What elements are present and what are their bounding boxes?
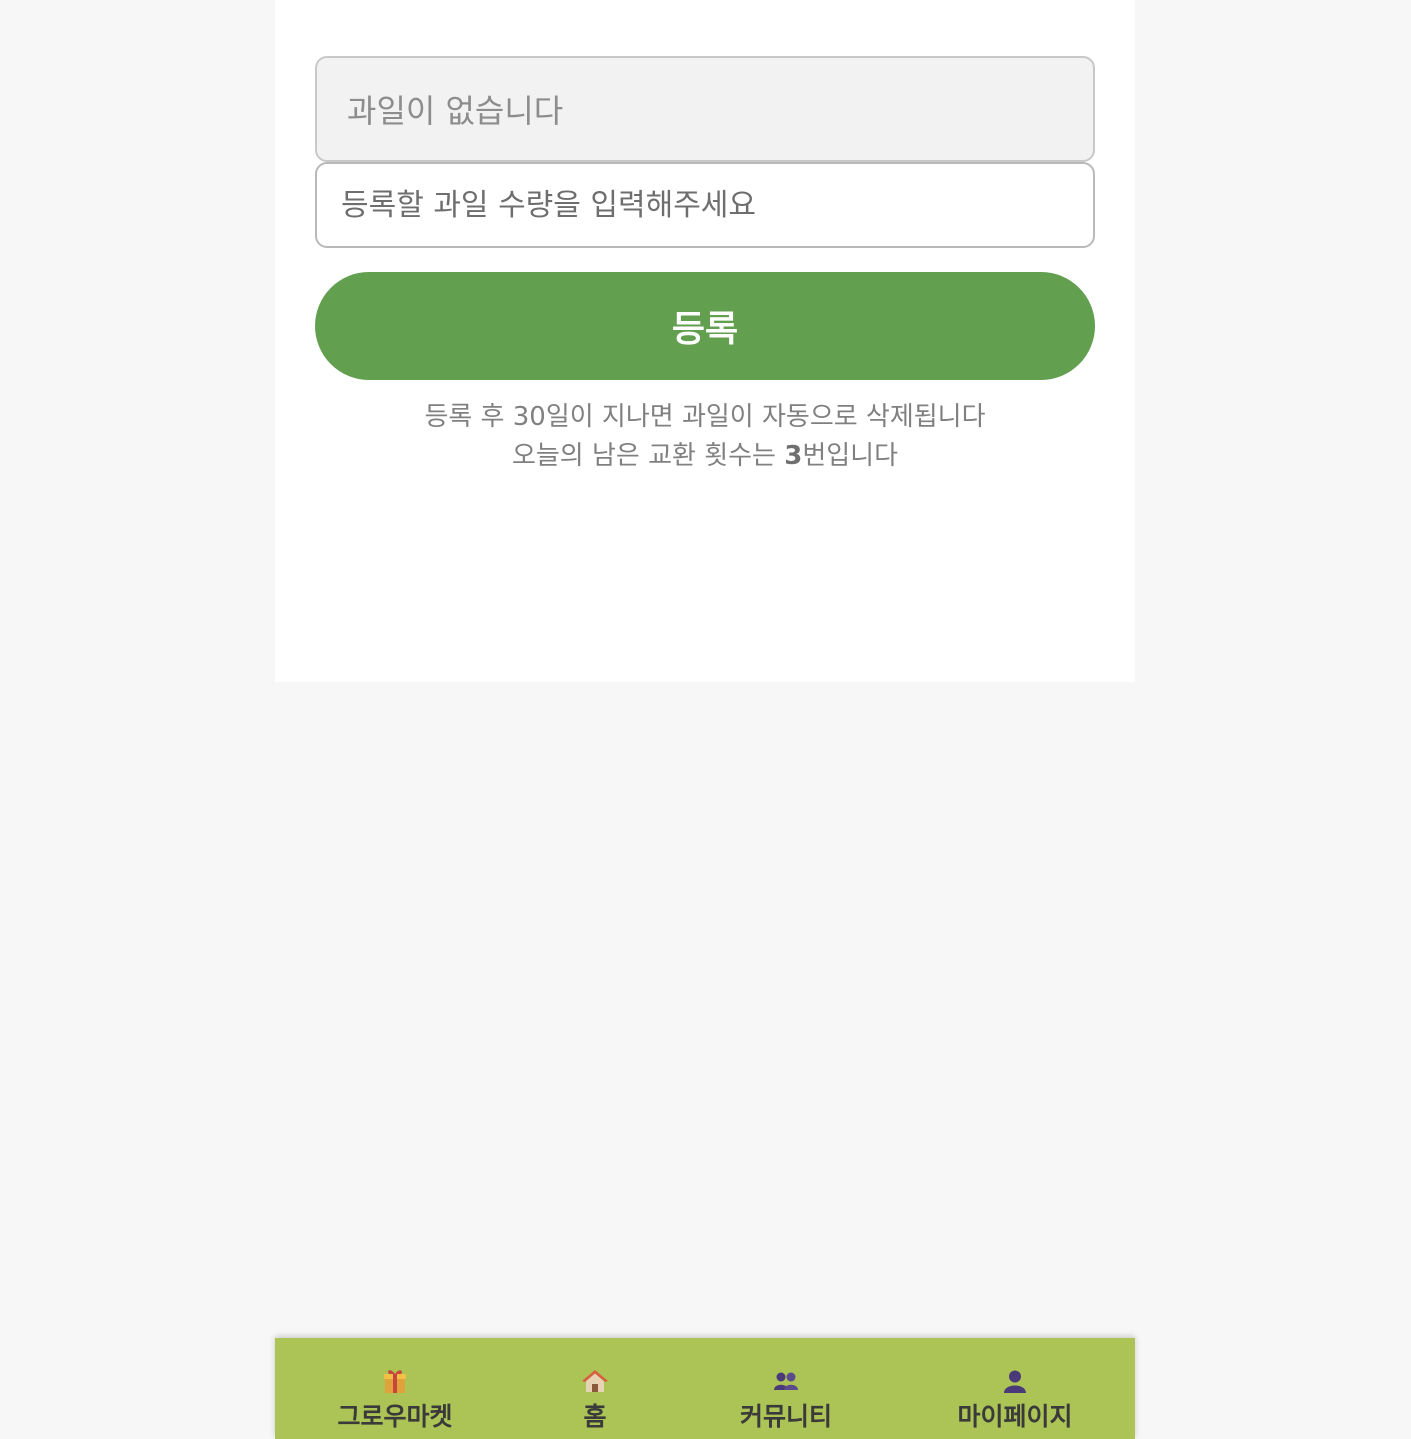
info-text: 등록 후 30일이 지나면 과일이 자동으로 삭제됩니다 오늘의 남은 교환 횟… bbox=[275, 398, 1135, 476]
remaining-exchanges-prefix: 오늘의 남은 교환 횟수는 bbox=[511, 441, 785, 471]
nav-item-growmarket[interactable]: 그로우마켓 bbox=[335, 1338, 455, 1439]
nav-item-mypage[interactable]: 마이페이지 bbox=[950, 1338, 1080, 1439]
fruit-select-text: 과일이 없습니다 bbox=[347, 92, 564, 130]
remaining-exchanges-count: 3 bbox=[784, 441, 803, 471]
nav-label-community: 커뮤니티 bbox=[739, 1402, 832, 1431]
remaining-exchanges-suffix: 번입니다 bbox=[802, 441, 899, 471]
nav-item-home[interactable]: 홈 bbox=[555, 1338, 635, 1439]
house-icon bbox=[582, 1368, 608, 1394]
nav-label-home: 홈 bbox=[583, 1402, 607, 1431]
nav-label-growmarket: 그로우마켓 bbox=[337, 1402, 453, 1431]
fruit-register-panel: 과일이 없습니다 등록 등록 후 30일이 지나면 과일이 자동으로 삭제됩니다… bbox=[275, 0, 1135, 682]
fruit-select[interactable]: 과일이 없습니다 bbox=[315, 56, 1095, 162]
person-icon bbox=[1003, 1368, 1027, 1394]
auto-delete-notice: 등록 후 30일이 지나면 과일이 자동으로 삭제됩니다 bbox=[424, 402, 986, 432]
people-icon bbox=[773, 1368, 799, 1394]
remaining-exchanges-notice: 오늘의 남은 교환 횟수는 3번입니다 bbox=[275, 437, 1135, 476]
register-button[interactable]: 등록 bbox=[315, 272, 1095, 380]
gift-icon bbox=[383, 1368, 407, 1394]
quantity-input[interactable] bbox=[315, 162, 1095, 248]
nav-item-community[interactable]: 커뮤니티 bbox=[726, 1338, 846, 1439]
nav-label-mypage: 마이페이지 bbox=[957, 1402, 1073, 1431]
bottom-nav: 그로우마켓 홈 커뮤니티 마이페이지 bbox=[275, 1338, 1135, 1439]
